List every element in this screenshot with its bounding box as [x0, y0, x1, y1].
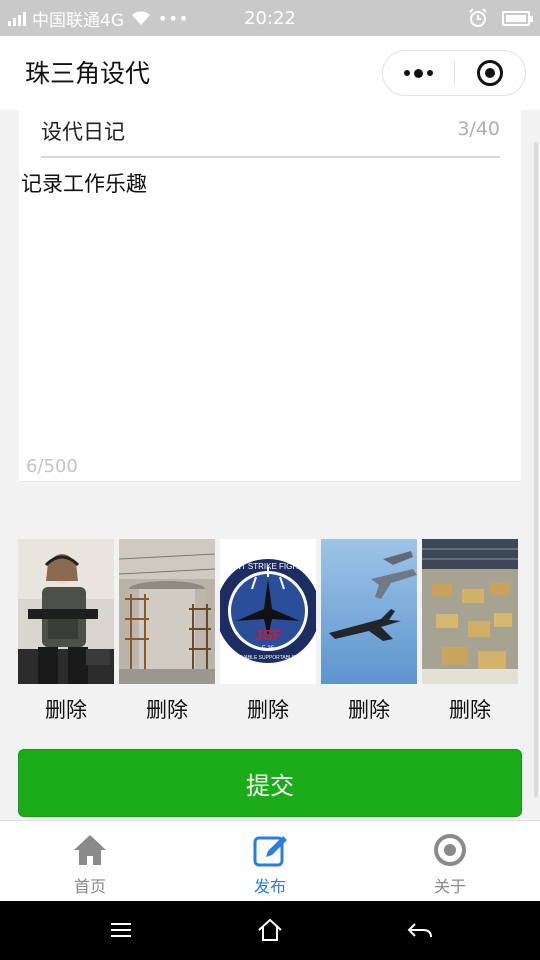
battery-icon — [502, 10, 533, 26]
content-textarea[interactable]: 记录工作乐趣 — [21, 168, 147, 198]
home-nav-icon[interactable] — [255, 915, 285, 945]
target-icon — [476, 60, 503, 86]
delete-image-button[interactable]: 删除 — [119, 694, 215, 724]
delete-image-button[interactable]: 删除 — [18, 694, 114, 724]
back-icon[interactable] — [405, 915, 435, 945]
construction-photo[interactable] — [119, 539, 215, 684]
more-menu-button[interactable] — [383, 68, 454, 78]
page-title: 珠三角设代 — [25, 59, 151, 88]
close-miniprogram-button[interactable] — [455, 60, 526, 86]
image-item: 删除 — [422, 539, 518, 724]
status-bar: 中国联通4G ••• 20:22 — [0, 0, 540, 36]
delete-image-button[interactable]: 删除 — [422, 694, 518, 724]
miniprogram-capsule — [382, 50, 526, 96]
fighter-jets-photo[interactable] — [321, 539, 417, 684]
tab-publish[interactable]: 发布 — [210, 821, 330, 902]
jsf-f35-badge[interactable]: INT STRIKE FIGHT JSF F-35 RVIVABLE SUPPO… — [220, 539, 316, 684]
badge-top-text: INT STRIKE FIGHT — [233, 562, 303, 571]
delete-image-button[interactable]: 删除 — [220, 694, 316, 724]
tab-publish-label: 发布 — [253, 877, 286, 896]
image-item: 删除 — [18, 539, 114, 724]
about-icon — [434, 834, 466, 866]
image-item: 删除 — [321, 539, 417, 724]
tab-about-label: 关于 — [433, 877, 466, 896]
tab-bar: 首页 发布 关于 — [0, 820, 540, 901]
system-nav-bar — [0, 901, 540, 960]
tab-home[interactable]: 首页 — [30, 821, 150, 902]
title-input[interactable]: 设代日记 — [41, 116, 125, 146]
image-list: 删除 删除 INT STRIKE FIGHT JSF F-35 RVIVABLE… — [18, 539, 518, 729]
submit-button[interactable]: 提交 — [18, 749, 522, 817]
factory-photo[interactable] — [422, 539, 518, 684]
content-char-count: 6/500 — [26, 456, 78, 477]
tab-home-label: 首页 — [73, 877, 106, 896]
scrollbar[interactable] — [534, 142, 538, 798]
image-item: INT STRIKE FIGHT JSF F-35 RVIVABLE SUPPO… — [220, 539, 316, 724]
status-time: 20:22 — [244, 7, 296, 29]
alarm-icon — [469, 8, 487, 27]
delete-image-button[interactable]: 删除 — [321, 694, 417, 724]
badge-model-text: F-35 — [262, 646, 275, 652]
title-bar: 珠三角设代 — [0, 36, 540, 110]
badge-brand-text: JSF — [254, 627, 282, 644]
home-icon — [74, 835, 106, 865]
image-item: 删除 — [119, 539, 215, 724]
title-char-count: 3/40 — [457, 118, 500, 140]
badge-bottom-text: RVIVABLE SUPPORTABLE AF — [233, 655, 302, 661]
edit-icon — [253, 836, 287, 867]
menu-icon[interactable] — [106, 915, 136, 945]
soldier-photo[interactable] — [18, 539, 114, 684]
title-field[interactable]: 设代日记 3/40 — [41, 110, 500, 158]
tab-about[interactable]: 关于 — [390, 821, 510, 902]
post-form: 设代日记 3/40 记录工作乐趣 6/500 — [19, 110, 521, 482]
